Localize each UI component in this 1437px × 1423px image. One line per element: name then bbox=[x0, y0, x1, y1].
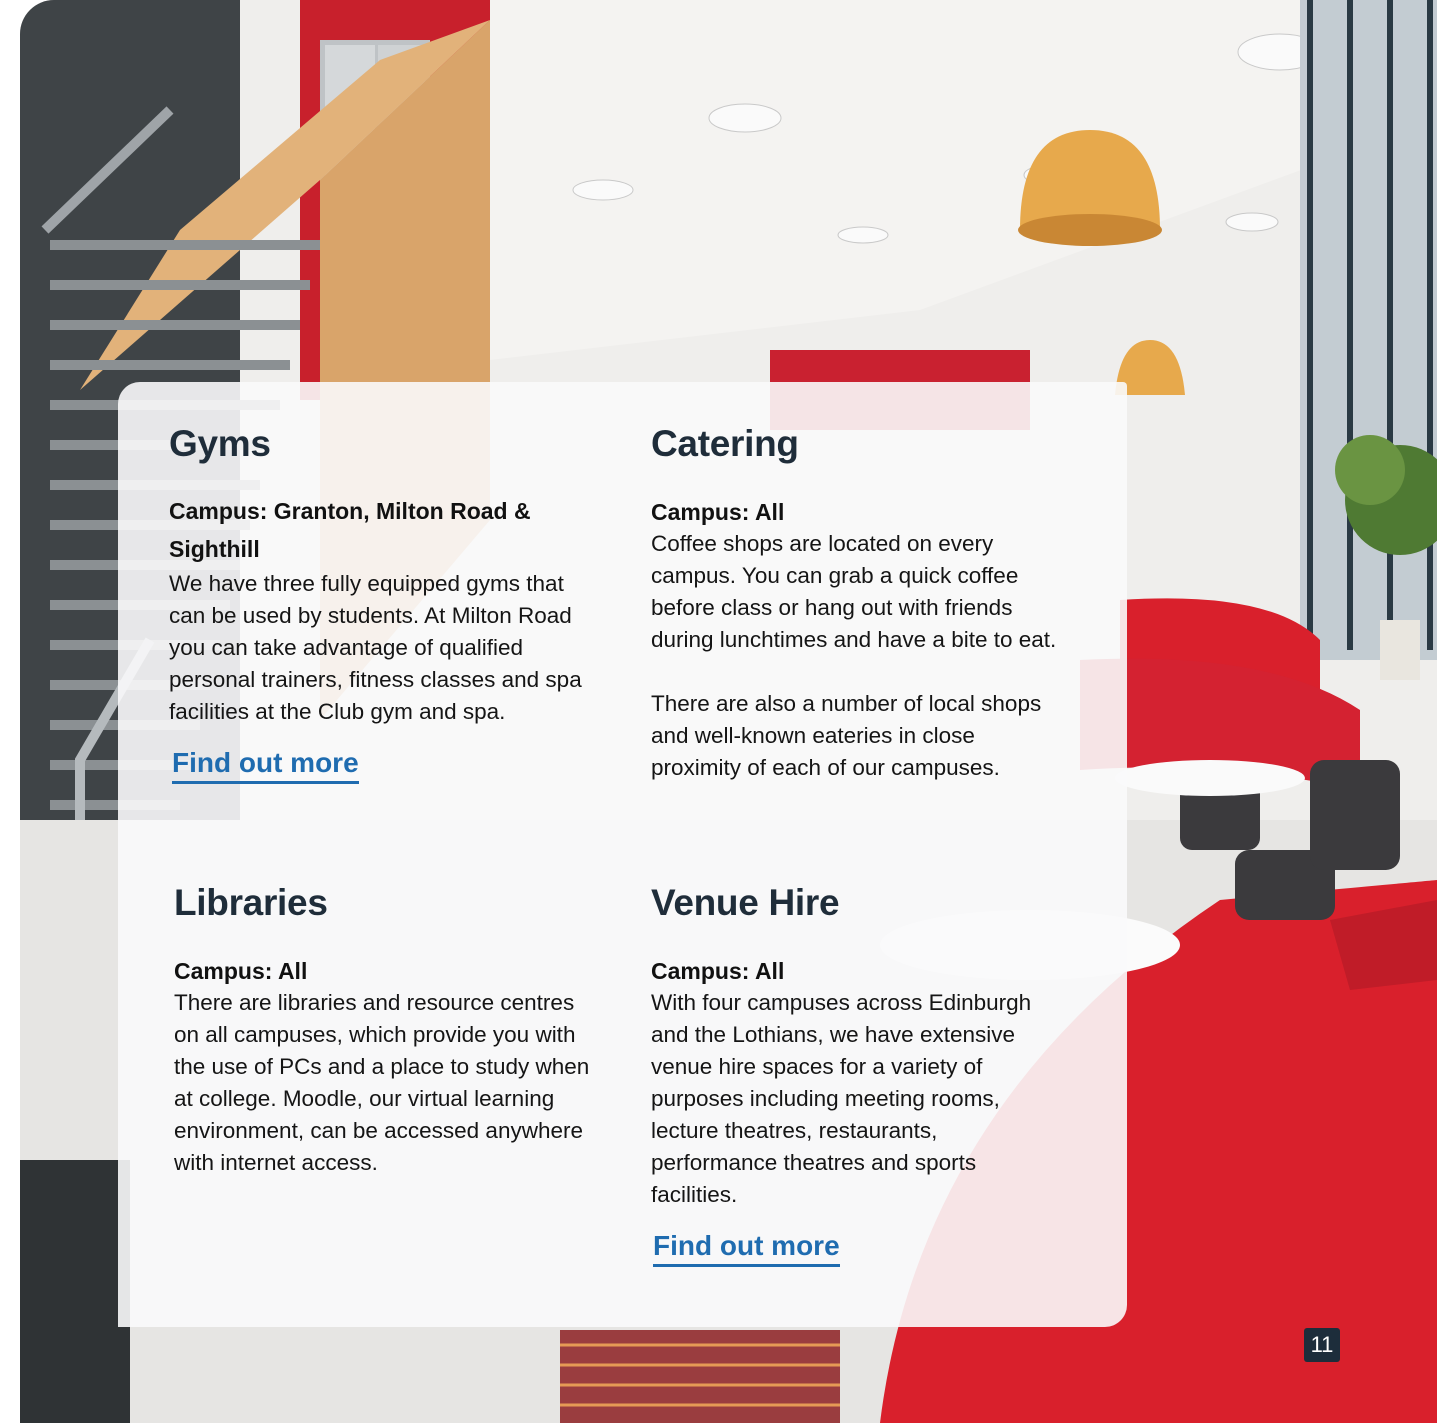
campus-label-venue-hire: Campus: All bbox=[651, 958, 785, 984]
section-libraries: Libraries Campus: All There are librarie… bbox=[174, 881, 614, 1179]
campus-label-libraries: Campus: All bbox=[174, 958, 308, 984]
section-gyms: Gyms Campus: Granton, Milton Road & Sigh… bbox=[169, 422, 609, 784]
page-number-badge: 11 bbox=[1304, 1328, 1340, 1362]
section-title-gyms: Gyms bbox=[169, 423, 271, 464]
section-body-gyms: We have three fully equipped gyms that c… bbox=[169, 571, 582, 724]
find-out-more-link-gyms[interactable]: Find out more bbox=[172, 746, 359, 784]
section-title-libraries: Libraries bbox=[174, 882, 328, 923]
section-title-venue-hire: Venue Hire bbox=[651, 882, 840, 923]
section-body-venue-hire: With four campuses across Edinburgh and … bbox=[651, 990, 1032, 1207]
section-title-catering: Catering bbox=[651, 423, 799, 464]
section-venue-hire: Venue Hire Campus: All With four campuse… bbox=[651, 881, 1091, 1267]
campus-label-catering: Campus: All bbox=[651, 499, 785, 525]
section-body-catering: Coffee shops are located on every campus… bbox=[651, 531, 1057, 652]
section-body-libraries: There are libraries and resource centres… bbox=[174, 990, 590, 1175]
find-out-more-link-venue-hire[interactable]: Find out more bbox=[653, 1229, 840, 1267]
campus-label-gyms: Campus: Granton, Milton Road & Sighthill bbox=[169, 498, 531, 562]
section-catering: Catering Campus: All Coffee shops are lo… bbox=[651, 422, 1091, 784]
section-body-catering-2: There are also a number of local shops a… bbox=[651, 691, 1042, 780]
